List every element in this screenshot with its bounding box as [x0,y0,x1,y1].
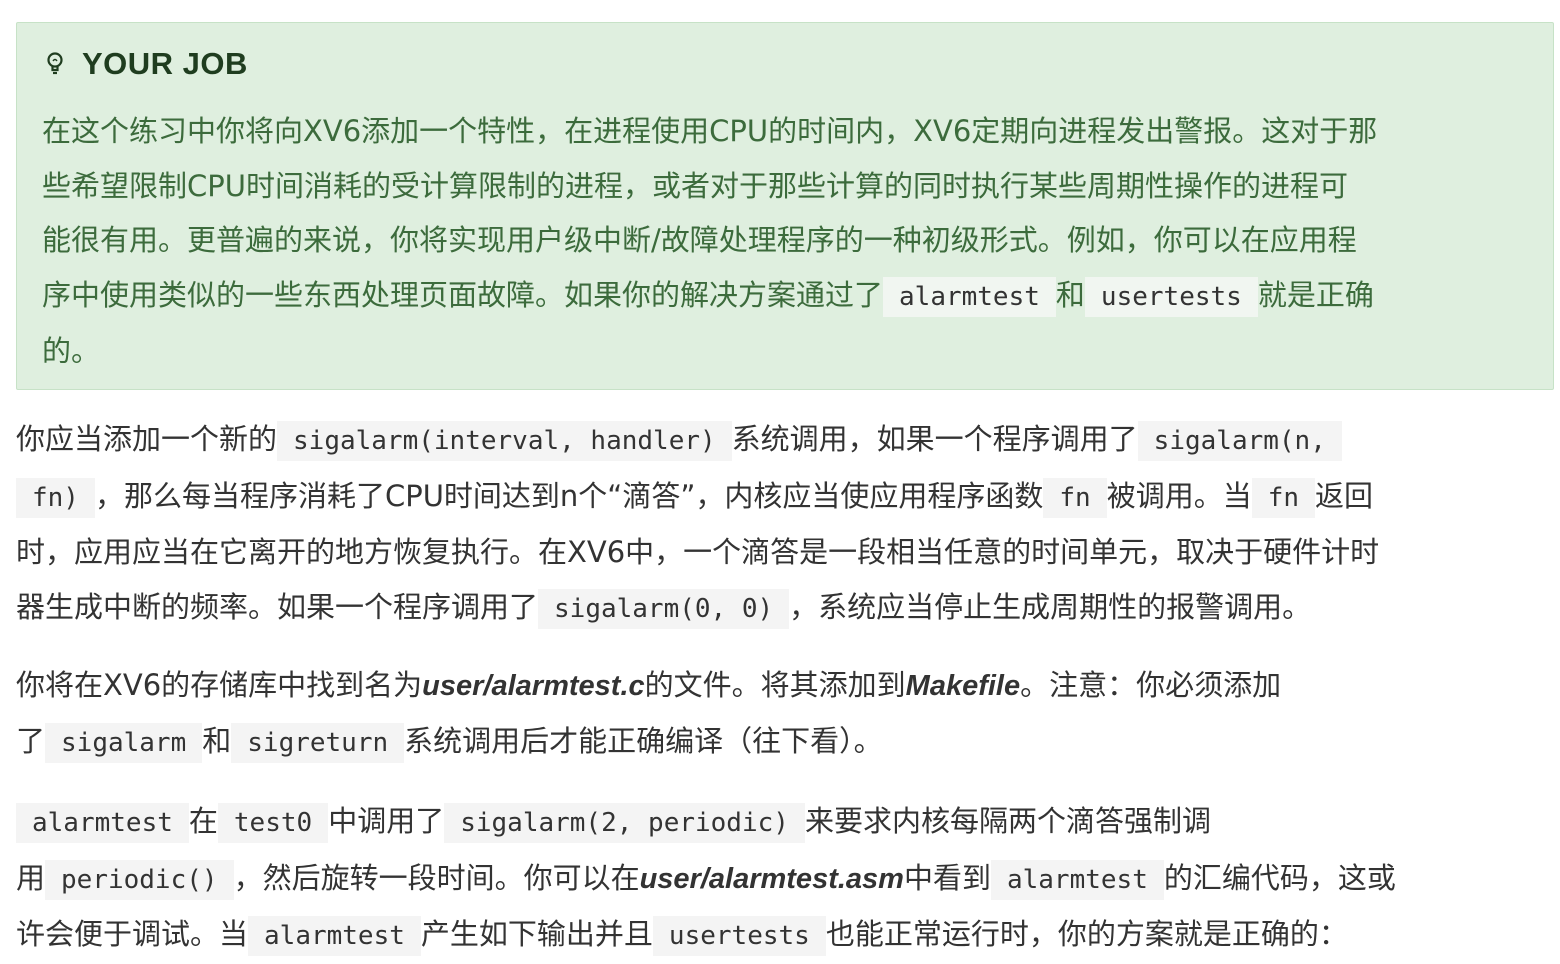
file-path-alarmtest-asm: user/alarmtest.asm [639,862,904,895]
text-span: 来要求内核每隔两个滴答强制调 [804,804,1211,838]
code-alarmtest: alarmtest [16,803,189,843]
code-periodic: periodic() [45,859,234,900]
code-usertests: usertests [652,916,826,956]
text-span: 和 [1055,277,1085,312]
text-span: 产生如下输出并且 [420,917,653,951]
text-span: 许会便于调试。当 [16,917,249,951]
text-line: 用 periodic() ，然后旋转一段时间。你可以在user/alarmtest.… [16,851,1546,908]
paragraph-alarmtest-file: 你将在XV6的存储库中找到名为user/alarmtest.c的文件。将其添加到… [16,658,1536,770]
text-span: 中调用了 [328,804,445,838]
text-line: alarmtest 在 test0 中调用了 sigalarm(2, periodic)… [16,794,1546,851]
callout-title: YOUR JOB [42,46,248,82]
code-fn: fn [1043,477,1107,518]
text-span: 序中使用类似的一些东西处理页面故障。如果你的解决方案通过了 [42,277,884,312]
code-sigalarm-signature: sigalarm(interval, handler) [277,421,732,461]
callout-body: 在这个练习中你将向XV6添加一个特性，在进程使用CPU的时间内，XV6定期向进程… [42,104,1532,379]
code-sigalarm: sigalarm [45,722,203,763]
text-span: 器生成中断的频率。如果一个程序调用了 [16,589,539,624]
callout-line: 序中使用类似的一些东西处理页面故障。如果你的解决方案通过了 alarmtest 和 u… [42,268,1532,325]
text-span: 返回 [1315,478,1374,513]
text-line: 你将在XV6的存储库中找到名为user/alarmtest.c的文件。将其添加到… [16,658,1536,714]
text-span: 和 [202,723,232,758]
callout-title-text: YOUR JOB [82,46,248,81]
text-line: 了 sigalarm 和 sigreturn 系统调用后才能正确编译（往下看）。 [16,714,1536,771]
file-path-makefile: Makefile [905,670,1021,702]
text-span: 了 [16,723,46,758]
text-line: 器生成中断的频率。如果一个程序调用了 sigalarm(0, 0) ，系统应当停止生… [16,580,1536,637]
text-span: 的文件。将其添加到 [644,668,906,702]
text-span: ，然后旋转一段时间。你可以在 [233,860,640,895]
code-usertests: usertests [1084,276,1258,317]
code-sigalarm-zero: sigalarm(0, 0) [538,588,790,629]
text-span: 就是正确 [1257,277,1374,312]
text-span: ，系统应当停止生成周期性的报警调用。 [789,589,1312,624]
text-span: 被调用。当 [1106,478,1252,513]
text-span: 也能正常运行时，你的方案就是正确的： [825,917,1348,951]
paragraph-sigalarm: 你应当添加一个新的 sigalarm(interval, handler) 系统调用… [16,412,1536,636]
text-span: 的汇编代码，这或 [1163,860,1396,895]
text-span: 你将在XV6的存储库中找到名为 [16,668,423,702]
text-line: 你应当添加一个新的 sigalarm(interval, handler) 系统调用… [16,412,1536,469]
code-sigreturn: sigreturn [231,722,405,763]
text-span: 在 [188,804,218,838]
text-span: 用 [16,860,46,895]
text-line: 时，应用应当在它离开的地方恢复执行。在XV6中，一个滴答是一段相当任意的时间单元… [16,535,1380,569]
code-sigalarm-periodic: sigalarm(2, periodic) [444,803,805,843]
lightbulb-icon [42,51,68,77]
text-line: 许会便于调试。当 alarmtest 产生如下输出并且 usertests 也能正常运行… [16,907,1546,964]
file-path-alarmtest-c: user/alarmtest.c [422,670,645,702]
code-test0: test0 [217,803,329,843]
code-alarmtest: alarmtest [990,859,1164,900]
callout-line: 能很有用。更普遍的来说，你将实现用户级中断/故障处理程序的一种初级形式。例如，你… [42,223,1357,257]
paragraph-test0: alarmtest 在 test0 中调用了 sigalarm(2, periodic)… [16,794,1546,964]
code-sigalarm-n: sigalarm(n, [1137,421,1342,461]
code-fn-close: fn) [16,477,95,518]
text-span: ，那么每当程序消耗了CPU时间达到n个“滴答”，内核应当使应用程序函数 [94,478,1044,513]
text-span: 系统调用后才能正确编译（往下看）。 [404,723,883,758]
text-span: 中看到 [903,860,991,895]
code-alarmtest: alarmtest [248,916,421,956]
text-span: 。注意：你必须添加 [1020,668,1282,702]
text-span: 系统调用，如果一个程序调用了 [731,422,1138,456]
code-fn: fn [1251,477,1316,518]
page: YOUR JOB 在这个练习中你将向XV6添加一个特性，在进程使用CPU的时间内… [0,0,1560,962]
callout-line: 些希望限制CPU时间消耗的受计算限制的进程，或者对于那些计算的同时执行某些周期性… [42,168,1348,203]
text-span: 你应当添加一个新的 [16,422,278,456]
callout-line: 在这个练习中你将向XV6添加一个特性，在进程使用CPU的时间内，XV6定期向进程… [42,114,1378,148]
callout-line: 的。 [42,334,101,368]
text-line: fn) ，那么每当程序消耗了CPU时间达到n个“滴答”，内核应当使应用程序函数 fn… [16,469,1536,526]
code-alarmtest: alarmtest [883,276,1056,317]
